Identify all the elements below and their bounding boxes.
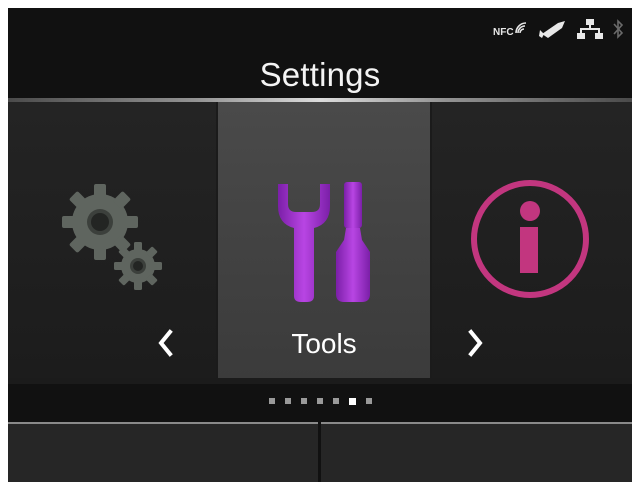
- page-dot: [365, 398, 372, 404]
- softkey-right[interactable]: [321, 422, 632, 482]
- page-dot: [316, 398, 323, 404]
- chevron-right-icon: [468, 329, 483, 357]
- page-dots: [8, 397, 632, 405]
- network-icon: [577, 18, 603, 45]
- nfc-label: NFC: [493, 27, 514, 38]
- carousel-item-tools[interactable]: Tools: [218, 102, 430, 378]
- next-arrow-button[interactable]: [463, 327, 487, 359]
- softkey-left[interactable]: [8, 422, 318, 482]
- carousel-item-gears[interactable]: [8, 102, 216, 378]
- page-dot: [268, 398, 275, 404]
- printer-screen: NFC Settings Tools: [8, 8, 632, 482]
- scanner-icon: [538, 18, 568, 45]
- tools-icon: [272, 180, 378, 309]
- page-title: Settings: [259, 56, 381, 93]
- page-dot: [284, 398, 291, 404]
- menu-carousel: Tools: [8, 102, 632, 384]
- page-dot-active: [348, 397, 356, 405]
- nfc-icon: NFC: [493, 19, 529, 44]
- bluetooth-icon: [612, 18, 624, 45]
- info-icon: [468, 177, 592, 306]
- status-bar: NFC: [8, 8, 632, 54]
- gears-icon: [52, 174, 172, 309]
- page-dot: [332, 398, 339, 404]
- carousel-item-info[interactable]: [432, 102, 632, 378]
- page-indicator: [8, 390, 632, 416]
- status-icons: NFC: [493, 18, 624, 45]
- previous-arrow-button[interactable]: [154, 327, 178, 359]
- chevron-left-icon: [158, 329, 173, 357]
- page-dot: [300, 398, 307, 404]
- tools-label: Tools: [291, 328, 357, 359]
- softkey-bar: [8, 422, 632, 482]
